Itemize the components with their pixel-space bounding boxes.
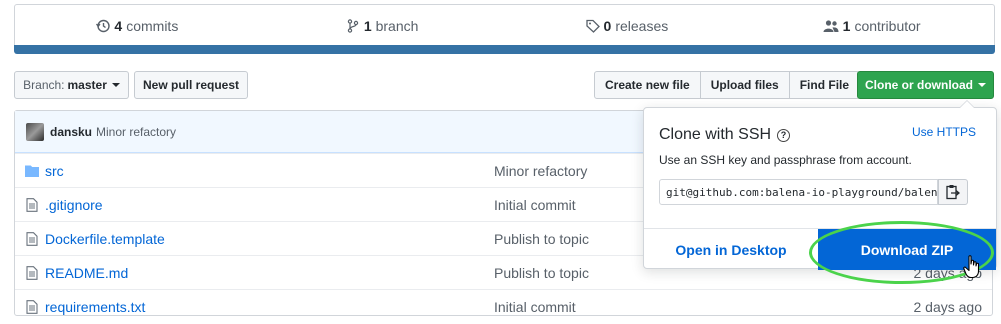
file-name-link[interactable]: Dockerfile.template bbox=[45, 231, 494, 247]
releases-link[interactable]: 0 releases bbox=[505, 5, 750, 46]
upload-files-button[interactable]: Upload files bbox=[699, 71, 790, 99]
history-icon bbox=[96, 19, 111, 32]
file-name-link[interactable]: .gitignore bbox=[45, 197, 494, 213]
table-row: requirements.txt Initial commit 2 days a… bbox=[15, 289, 992, 323]
caret-down-icon bbox=[978, 83, 986, 87]
clone-or-download-button[interactable]: Clone or download bbox=[857, 71, 994, 99]
file-commit-message[interactable]: Initial commit bbox=[494, 299, 576, 315]
file-icon bbox=[26, 197, 38, 212]
file-icon bbox=[26, 231, 38, 246]
language-bar[interactable] bbox=[14, 45, 995, 54]
file-name-link[interactable]: README.md bbox=[45, 265, 494, 281]
branch-prefix: Branch: bbox=[23, 78, 65, 92]
help-icon[interactable]: ? bbox=[777, 128, 791, 142]
releases-label: releases bbox=[615, 17, 669, 34]
caret-down-icon bbox=[111, 83, 120, 87]
folder-icon bbox=[25, 165, 39, 177]
commit-message[interactable]: Minor refactory bbox=[96, 125, 176, 139]
copy-url-button[interactable] bbox=[938, 179, 968, 205]
branch-select-button[interactable]: Branch: master bbox=[14, 71, 129, 99]
clipboard-icon bbox=[946, 185, 960, 200]
commits-count: 4 bbox=[114, 17, 123, 34]
branch-icon bbox=[347, 18, 359, 33]
repo-summary: 4 commits 1 branch 0 releases 1 contribu… bbox=[14, 4, 995, 46]
new-pull-request-button[interactable]: New pull request bbox=[134, 71, 248, 99]
commit-author[interactable]: dansku bbox=[50, 125, 92, 139]
clone-title-text: Clone with SSH bbox=[659, 126, 772, 143]
commits-label: commits bbox=[126, 17, 179, 34]
file-commit-message[interactable]: Publish to topic bbox=[494, 231, 589, 247]
contributors-count: 1 bbox=[842, 17, 851, 34]
open-in-desktop-button[interactable]: Open in Desktop bbox=[644, 229, 818, 270]
people-icon bbox=[823, 19, 839, 32]
file-age: 2 days ago bbox=[913, 298, 983, 315]
file-commit-message[interactable]: Minor refactory bbox=[494, 163, 587, 179]
clone-or-download-label: Clone or download bbox=[865, 78, 973, 92]
clone-title: Clone with SSH ? bbox=[659, 126, 791, 144]
file-name-link[interactable]: src bbox=[45, 163, 494, 179]
hand-cursor-icon bbox=[963, 255, 980, 279]
find-file-button[interactable]: Find File bbox=[788, 71, 861, 99]
contributors-link[interactable]: 1 contributor bbox=[749, 5, 994, 46]
file-icon bbox=[26, 299, 38, 314]
branches-link[interactable]: 1 branch bbox=[260, 5, 505, 46]
tag-icon bbox=[585, 19, 600, 33]
file-commit-message[interactable]: Publish to topic bbox=[494, 265, 589, 281]
file-name-link[interactable]: requirements.txt bbox=[45, 299, 494, 315]
commits-link[interactable]: 4 commits bbox=[15, 5, 260, 46]
dropdown-arrow bbox=[959, 100, 975, 108]
branches-label: branch bbox=[375, 17, 419, 34]
file-icon bbox=[26, 265, 38, 280]
file-commit-message[interactable]: Initial commit bbox=[494, 197, 576, 213]
use-https-link[interactable]: Use HTTPS bbox=[912, 125, 976, 139]
branches-count: 1 bbox=[363, 17, 372, 34]
contributors-label: contributor bbox=[854, 17, 921, 34]
avatar[interactable] bbox=[26, 122, 44, 141]
releases-count: 0 bbox=[603, 17, 612, 34]
clone-description: Use an SSH key and passphrase from accou… bbox=[659, 153, 912, 167]
file-actions-group: Create new file Upload files Find File bbox=[594, 71, 861, 99]
branch-name: master bbox=[67, 78, 107, 92]
clone-url-input[interactable]: git@github.com:balena-io-playground/bale… bbox=[659, 179, 938, 205]
create-new-file-button[interactable]: Create new file bbox=[594, 71, 701, 99]
